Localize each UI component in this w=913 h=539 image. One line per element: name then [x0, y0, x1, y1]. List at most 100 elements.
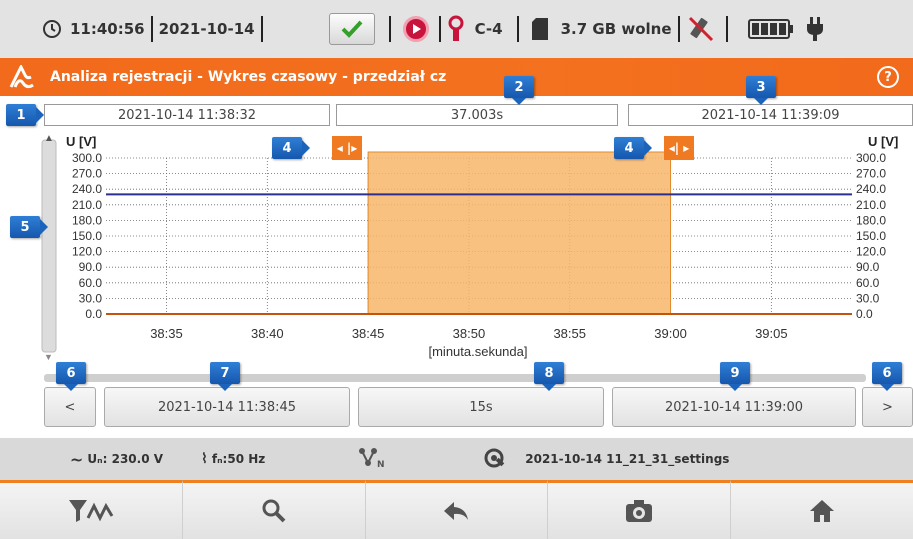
y-tick-label-right: 90.0 [856, 260, 880, 274]
sine-wave-icon: ∼ [70, 449, 84, 469]
nominal-voltage: Uₙ: 230.0 V [87, 452, 164, 466]
svg-text:N: N [377, 460, 385, 469]
selection-start-box[interactable]: 2021-10-14 11:38:45 [104, 387, 350, 427]
callout-marker-4-right: 4 [614, 137, 652, 159]
title-bar: Analiza rejestracji - Wykres czasowy - p… [0, 58, 913, 96]
filter-waveform-button[interactable] [0, 480, 183, 539]
selection-span-box[interactable]: 15s [358, 387, 604, 427]
clock-icon [42, 19, 62, 39]
clamp-label: C-4 [474, 20, 503, 38]
y-tick-label-right: 180.0 [856, 213, 886, 227]
selection-region [367, 151, 672, 315]
callout-marker-9: 9 [720, 362, 750, 391]
home-button[interactable] [731, 480, 913, 539]
callout-marker-5: 5 [10, 216, 48, 238]
storage-free: 3.7 GB wolne [560, 20, 672, 38]
power-plug-icon [806, 16, 824, 42]
prev-button[interactable]: < [44, 387, 96, 427]
vertical-scrollbar [41, 139, 57, 353]
x-tick-label: 38:45 [352, 326, 385, 341]
info-strip: ∼ Uₙ: 230.0 V ⌇ fₙ:50 Hz N 2021-10-14 11… [0, 438, 913, 480]
clamp-icon [447, 15, 465, 43]
settings-profile-icon [483, 447, 505, 472]
camera-icon [626, 500, 653, 522]
divider [438, 16, 441, 42]
screenshot-button[interactable] [548, 480, 732, 539]
y-tick-label-left: 120.0 [72, 245, 102, 259]
settings-file: 2021-10-14 11_21_31_settings [525, 452, 730, 466]
y-tick-label-left: 270.0 [72, 167, 102, 181]
range-span: 37.003s [336, 104, 618, 126]
record-icon[interactable] [402, 16, 429, 42]
network-type-icon: N [357, 447, 387, 472]
y-tick-label-left: 60.0 [79, 276, 103, 290]
divider [725, 16, 728, 42]
divider [516, 16, 519, 42]
range-end-time: 2021-10-14 11:39:09 [628, 104, 913, 126]
bottom-toolbar [0, 480, 913, 539]
y-tick-label-right: 210.0 [856, 198, 886, 212]
selection-end-box[interactable]: 2021-10-14 11:39:00 [612, 387, 856, 427]
divider [677, 16, 680, 42]
frequency-icon: ⌇ [201, 451, 208, 467]
divider [260, 16, 263, 42]
navigation-row: < 2021-10-14 11:38:45 15s 2021-10-14 11:… [0, 372, 913, 436]
range-start-time: 2021-10-14 11:38:32 [44, 104, 330, 126]
app-logo-icon [0, 65, 44, 89]
y-axis-label-left: U [V] [66, 134, 96, 149]
sd-card-icon [531, 17, 549, 41]
y-tick-label-left: 0.0 [85, 307, 102, 321]
scroll-down-icon: ▼ [44, 352, 53, 362]
status-date: 2021-10-14 [158, 20, 255, 38]
x-tick-label: 38:40 [251, 326, 284, 341]
magnifier-icon [262, 499, 286, 523]
back-arrow-icon [444, 502, 469, 520]
y-tick-label-right: 120.0 [856, 245, 886, 259]
y-tick-label-right: 300.0 [856, 151, 886, 165]
y-tick-label-right: 0.0 [856, 307, 873, 321]
nominal-frequency: fₙ:50 Hz [211, 452, 266, 466]
callout-marker-7: 7 [210, 362, 240, 391]
callout-marker-3: 3 [746, 76, 776, 105]
right-cursor-handle[interactable]: ◂| ▸ [664, 136, 694, 160]
x-tick-label: 38:50 [453, 326, 486, 341]
y-tick-label-right: 270.0 [856, 167, 886, 181]
y-tick-label-right: 240.0 [856, 182, 886, 196]
y-tick-label-left: 300.0 [72, 151, 102, 165]
callout-marker-4-left: 4 [272, 137, 310, 159]
next-button[interactable]: > [862, 387, 913, 427]
divider [150, 16, 153, 42]
y-tick-label-left: 30.0 [79, 291, 103, 305]
divider [388, 16, 391, 42]
status-bar: 11:40:56 2021-10-14 C-4 3.7 GB wolne [0, 0, 913, 58]
time-chart[interactable]: ▲ ▼ U [V] U [V] 300.0 300.0 270.0 270.0 240.… [0, 126, 913, 368]
check-button[interactable] [328, 13, 375, 45]
checkmark-icon [341, 20, 363, 38]
x-tick-label: 39:05 [755, 326, 788, 341]
y-tick-label-right: 150.0 [856, 229, 886, 243]
callout-marker-1: 1 [6, 104, 44, 126]
callout-marker-8: 8 [534, 362, 564, 391]
callout-marker-6-right: 6 [872, 362, 902, 391]
callout-marker-6-left: 6 [56, 362, 86, 391]
y-tick-label-left: 90.0 [79, 260, 103, 274]
x-tick-label: 38:55 [553, 326, 586, 341]
scroll-up-icon: ▲ [44, 133, 54, 144]
filter-waveform-icon [68, 500, 114, 522]
battery-icon [747, 18, 794, 40]
y-tick-label-left: 240.0 [72, 182, 102, 196]
x-axis-label: [minuta.sekunda] [428, 344, 527, 359]
y-tick-label-left: 180.0 [72, 213, 102, 227]
y-tick-label-right: 60.0 [856, 276, 880, 290]
callout-marker-2: 2 [504, 76, 534, 105]
usb-disconnected-icon [686, 14, 716, 44]
home-icon [810, 500, 835, 522]
status-time: 11:40:56 [70, 20, 145, 38]
y-tick-label-left: 150.0 [72, 229, 102, 243]
y-tick-label-right: 30.0 [856, 291, 880, 305]
zoom-button[interactable] [182, 480, 366, 539]
help-button[interactable]: ? [877, 66, 899, 88]
left-cursor-handle[interactable]: ◂ |▸ [332, 136, 362, 160]
x-tick-label: 39:00 [654, 326, 687, 341]
back-button[interactable] [365, 480, 549, 539]
